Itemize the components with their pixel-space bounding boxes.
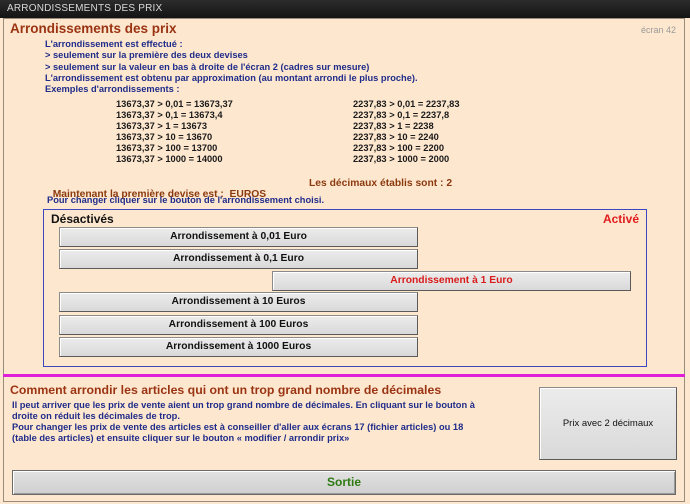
- example-line: 2237,83 > 1 = 2238: [353, 121, 434, 131]
- two-decimals-button[interactable]: Prix avec 2 décimaux: [539, 387, 677, 460]
- intro-text: L'arrondissement est effectué : > seulem…: [45, 39, 418, 95]
- decimals-text: Les décimaux établis sont : 2: [309, 178, 453, 189]
- help-line: (table des articles) et ensuite cliquer …: [12, 433, 350, 443]
- round-0-1-button[interactable]: Arrondissement à 0,1 Euro: [59, 249, 418, 269]
- intro-line: L'arrondissement est effectué :: [45, 39, 183, 49]
- example-line: 2237,83 > 0,01 = 2237,83: [353, 99, 460, 109]
- example-line: 2237,83 > 0,1 = 2237,8: [353, 110, 450, 120]
- instruction-text: Pour changer cliquer sur le bouton de l'…: [47, 195, 325, 205]
- round-1-button[interactable]: Arrondissement à 1 Euro: [272, 271, 631, 291]
- example-line: 13673,37 > 0,01 = 13673,37: [116, 99, 233, 109]
- example-line: 2237,83 > 10 = 2240: [353, 132, 439, 142]
- intro-line: > seulement sur la première des deux dev…: [45, 50, 248, 61]
- section-divider: [3, 374, 685, 377]
- examples-left: 13673,37 > 0,01 = 13673,37 13673,37 > 0,…: [116, 99, 233, 165]
- activated-label: Activé: [602, 212, 639, 226]
- decimals-help-text: Il peut arriver que les prix de vente ai…: [12, 400, 527, 444]
- window-title-bar: ARRONDISSEMENTS DES PRIX: [0, 0, 690, 18]
- decimals-section-title: Comment arrondir les articles qui ont un…: [10, 383, 442, 397]
- example-line: 13673,37 > 0,1 = 13673,4: [116, 110, 223, 120]
- round-10-button[interactable]: Arrondissement à 10 Euros: [59, 292, 418, 312]
- help-line: droite on réduit les décimales de trop.: [12, 411, 180, 421]
- two-decimals-button-label: Prix avec 2 décimaux: [562, 418, 654, 429]
- example-line: 2237,83 > 100 = 2200: [353, 143, 444, 153]
- help-line: Pour changer les prix de vente des artic…: [12, 422, 464, 432]
- help-line: Il peut arriver que les prix de vente ai…: [12, 400, 475, 410]
- intro-line: Exemples d'arrondissements :: [45, 84, 180, 95]
- deactivated-label: Désactivés: [51, 212, 114, 226]
- round-100-button[interactable]: Arrondissement à 100 Euros: [59, 315, 418, 335]
- round-0-01-button[interactable]: Arrondissement à 0,01 Euro: [59, 227, 418, 247]
- example-line: 13673,37 > 1000 = 14000: [116, 154, 223, 164]
- window-title: ARRONDISSEMENTS DES PRIX: [7, 3, 163, 14]
- intro-line: L'arrondissement est obtenu par approxim…: [45, 72, 418, 83]
- example-line: 2237,83 > 1000 = 2000: [353, 154, 450, 164]
- examples-right: 2237,83 > 0,01 = 2237,83 2237,83 > 0,1 =…: [353, 99, 460, 165]
- page-title: Arrondissements des prix: [10, 21, 177, 36]
- example-line: 13673,37 > 10 = 13670: [116, 132, 213, 142]
- exit-button[interactable]: Sortie: [12, 470, 676, 495]
- screen-number: écran 42: [640, 25, 676, 35]
- round-1000-button[interactable]: Arrondissement à 1000 Euros: [59, 337, 418, 357]
- example-line: 13673,37 > 1 = 13673: [116, 121, 207, 131]
- intro-line: > seulement sur la valeur en bas à droit…: [45, 61, 370, 72]
- example-line: 13673,37 > 100 = 13700: [116, 143, 218, 153]
